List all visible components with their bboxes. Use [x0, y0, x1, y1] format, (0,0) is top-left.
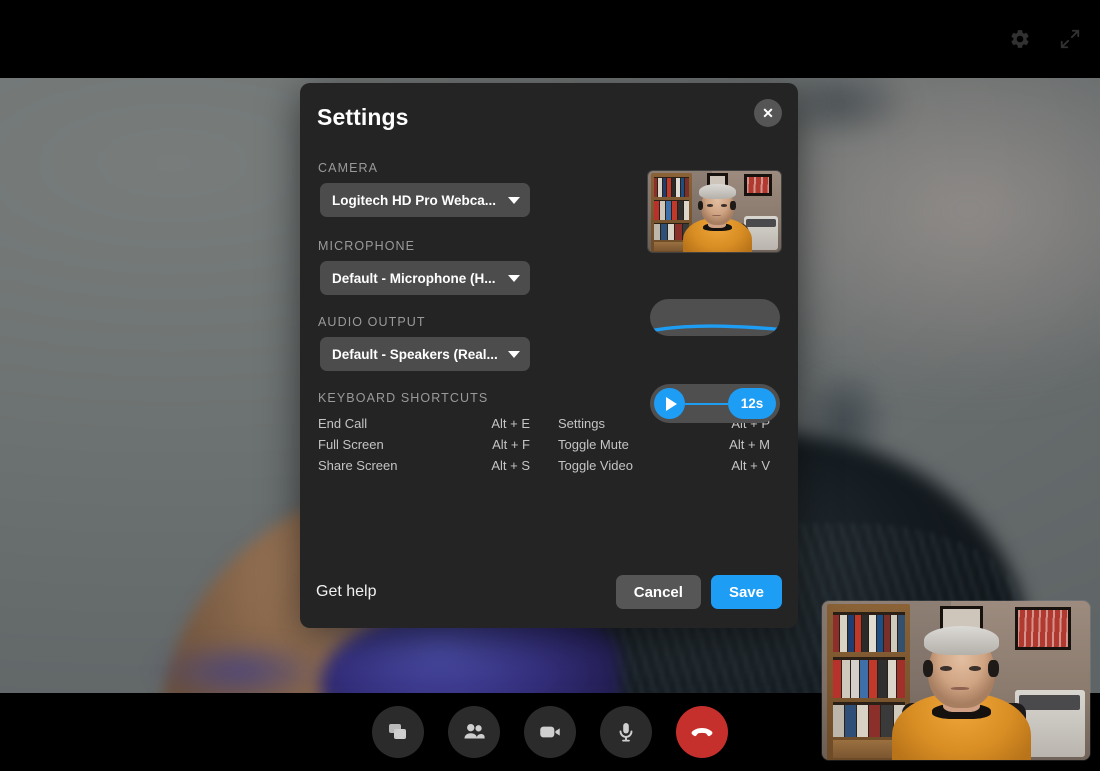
video-call-app: Settings ✕ CAMERA Logitech HD Pro Webca.…	[0, 0, 1100, 771]
camera-select[interactable]: Logitech HD Pro Webca...	[320, 183, 530, 217]
audio-test-track[interactable]	[685, 402, 728, 405]
shortcut-keys: Alt + V	[731, 458, 770, 473]
save-button[interactable]: Save	[710, 575, 782, 609]
shortcut-action: Share Screen	[318, 458, 398, 473]
top-bar	[0, 0, 1100, 78]
shortcut-keys: Alt + F	[492, 437, 530, 452]
shortcut-row: Share Screen Alt + S	[318, 455, 540, 476]
toggle-mute-button[interactable]	[600, 706, 652, 758]
shortcut-keys: Alt + E	[491, 416, 530, 431]
camera-preview-video	[648, 171, 781, 252]
shortcut-keys: Alt + M	[729, 437, 770, 452]
microphone-level-meter	[650, 299, 780, 336]
shortcut-action: Toggle Mute	[558, 437, 629, 452]
audio-test-control: 12s	[650, 384, 780, 423]
audio-test-duration[interactable]: 12s	[728, 388, 776, 419]
shortcut-action: Settings	[558, 416, 605, 431]
shortcut-action: End Call	[318, 416, 368, 431]
video-camera-icon	[537, 719, 563, 745]
share-screen-button[interactable]	[372, 706, 424, 758]
screen-share-icon	[386, 720, 410, 744]
participants-button[interactable]	[448, 706, 500, 758]
camera-select-value: Logitech HD Pro Webca...	[332, 192, 497, 208]
chevron-down-icon	[508, 274, 520, 282]
gear-icon[interactable]	[1002, 21, 1038, 57]
shortcut-row: Toggle Mute Alt + M	[558, 434, 780, 455]
end-call-button[interactable]	[676, 706, 728, 758]
dialog-footer: Get help Cancel Save	[300, 556, 798, 628]
microphone-select[interactable]: Default - Microphone (H...	[320, 261, 530, 295]
cancel-button[interactable]: Cancel	[615, 575, 701, 609]
dialog-title: Settings	[317, 104, 409, 130]
top-bar-actions	[1002, 0, 1088, 78]
camera-preview	[648, 171, 781, 252]
audio-output-select[interactable]: Default - Speakers (Real...	[320, 337, 530, 371]
shortcuts-column-left: End Call Alt + E Full Screen Alt + F Sha…	[318, 413, 540, 476]
wall-picture-right	[1014, 607, 1072, 651]
microphone-select-value: Default - Microphone (H...	[332, 270, 496, 286]
chevron-down-icon	[508, 350, 520, 358]
self-view-pip[interactable]	[822, 601, 1090, 760]
shortcut-action: Toggle Video	[558, 458, 633, 473]
chevron-down-icon	[508, 196, 520, 204]
shortcut-action: Full Screen	[318, 437, 384, 452]
shortcut-row: End Call Alt + E	[318, 413, 540, 434]
expand-arrows-icon[interactable]	[1052, 21, 1088, 57]
play-triangle-icon	[665, 396, 677, 411]
play-icon[interactable]	[654, 388, 685, 419]
shortcut-keys: Alt + S	[491, 458, 530, 473]
self-view-video	[822, 601, 1090, 760]
get-help-link[interactable]: Get help	[316, 583, 376, 601]
microphone-icon	[614, 720, 638, 744]
settings-dialog: Settings ✕ CAMERA Logitech HD Pro Webca.…	[300, 83, 798, 628]
shortcut-row: Full Screen Alt + F	[318, 434, 540, 455]
shortcut-row: Toggle Video Alt + V	[558, 455, 780, 476]
toggle-video-button[interactable]	[524, 706, 576, 758]
phone-hangup-icon	[688, 718, 716, 746]
close-icon[interactable]: ✕	[754, 99, 782, 127]
people-icon	[461, 719, 487, 745]
audio-output-select-value: Default - Speakers (Real...	[332, 346, 498, 362]
